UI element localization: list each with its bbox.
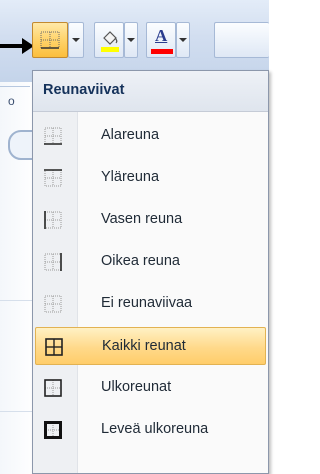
menu-item-label: Ei reunaviivaa	[101, 295, 193, 311]
chevron-down-icon	[127, 38, 135, 42]
borders-grid-icon	[40, 31, 60, 49]
ribbon-next-group	[214, 22, 269, 58]
menu-item-label: Alareuna	[101, 127, 160, 143]
ribbon-tab-edge	[0, 86, 30, 103]
menu-item-label: Ulkoreunat	[101, 379, 172, 395]
menu-item-left-border[interactable]: Vasen reuna	[35, 201, 266, 239]
menu-item-label: Leveä ulkoreuna	[101, 421, 209, 437]
fill-color-bucket-icon	[101, 31, 119, 52]
chevron-down-icon	[72, 38, 80, 42]
menu-item-label: Oikea reuna	[101, 253, 180, 269]
left-border-icon	[44, 211, 62, 229]
menu-item-label: Vasen reuna	[101, 211, 183, 227]
menu-item-all-borders[interactable]: Kaikki reunat	[35, 327, 266, 365]
right-border-icon	[44, 253, 62, 271]
bottom-border-icon	[44, 127, 62, 145]
ribbon-tab-fragment: o	[8, 94, 15, 108]
thick-box-border-icon	[44, 421, 62, 439]
font-color-swatch	[151, 49, 173, 54]
borders-menu: Reunaviivat Alareuna Yläreuna Vasen reun…	[32, 70, 269, 474]
top-border-icon	[44, 169, 62, 187]
fill-color-swatch	[101, 47, 119, 52]
menu-title: Reunaviivat	[43, 82, 125, 98]
borders-dropdown-button[interactable]	[68, 22, 84, 58]
menu-item-thick-box-border[interactable]: Leveä ulkoreuna	[35, 411, 266, 449]
menu-item-label: Yläreuna	[101, 169, 160, 185]
menu-item-label: Kaikki reunat	[102, 338, 186, 354]
menu-item-outside-borders[interactable]: Ulkoreunat	[35, 369, 266, 407]
outside-borders-icon	[44, 379, 62, 397]
menu-item-top-border[interactable]: Yläreuna	[35, 159, 266, 197]
worksheet-gridlines	[0, 300, 32, 412]
chevron-down-icon	[179, 38, 187, 42]
borders-button[interactable]	[32, 22, 68, 58]
menu-item-no-border[interactable]: Ei reunaviivaa	[35, 285, 266, 323]
menu-header: Reunaviivat	[33, 71, 268, 112]
no-border-icon	[44, 295, 62, 313]
font-color-button[interactable]: A	[146, 22, 176, 58]
fill-color-button[interactable]	[94, 22, 124, 58]
font-color-dropdown-button[interactable]	[176, 22, 190, 58]
fill-color-dropdown-button[interactable]	[124, 22, 138, 58]
all-borders-icon	[45, 338, 63, 356]
font-color-glyph: A	[155, 26, 168, 45]
menu-item-bottom-border[interactable]: Alareuna	[35, 117, 266, 155]
menu-item-right-border[interactable]: Oikea reuna	[35, 243, 266, 281]
